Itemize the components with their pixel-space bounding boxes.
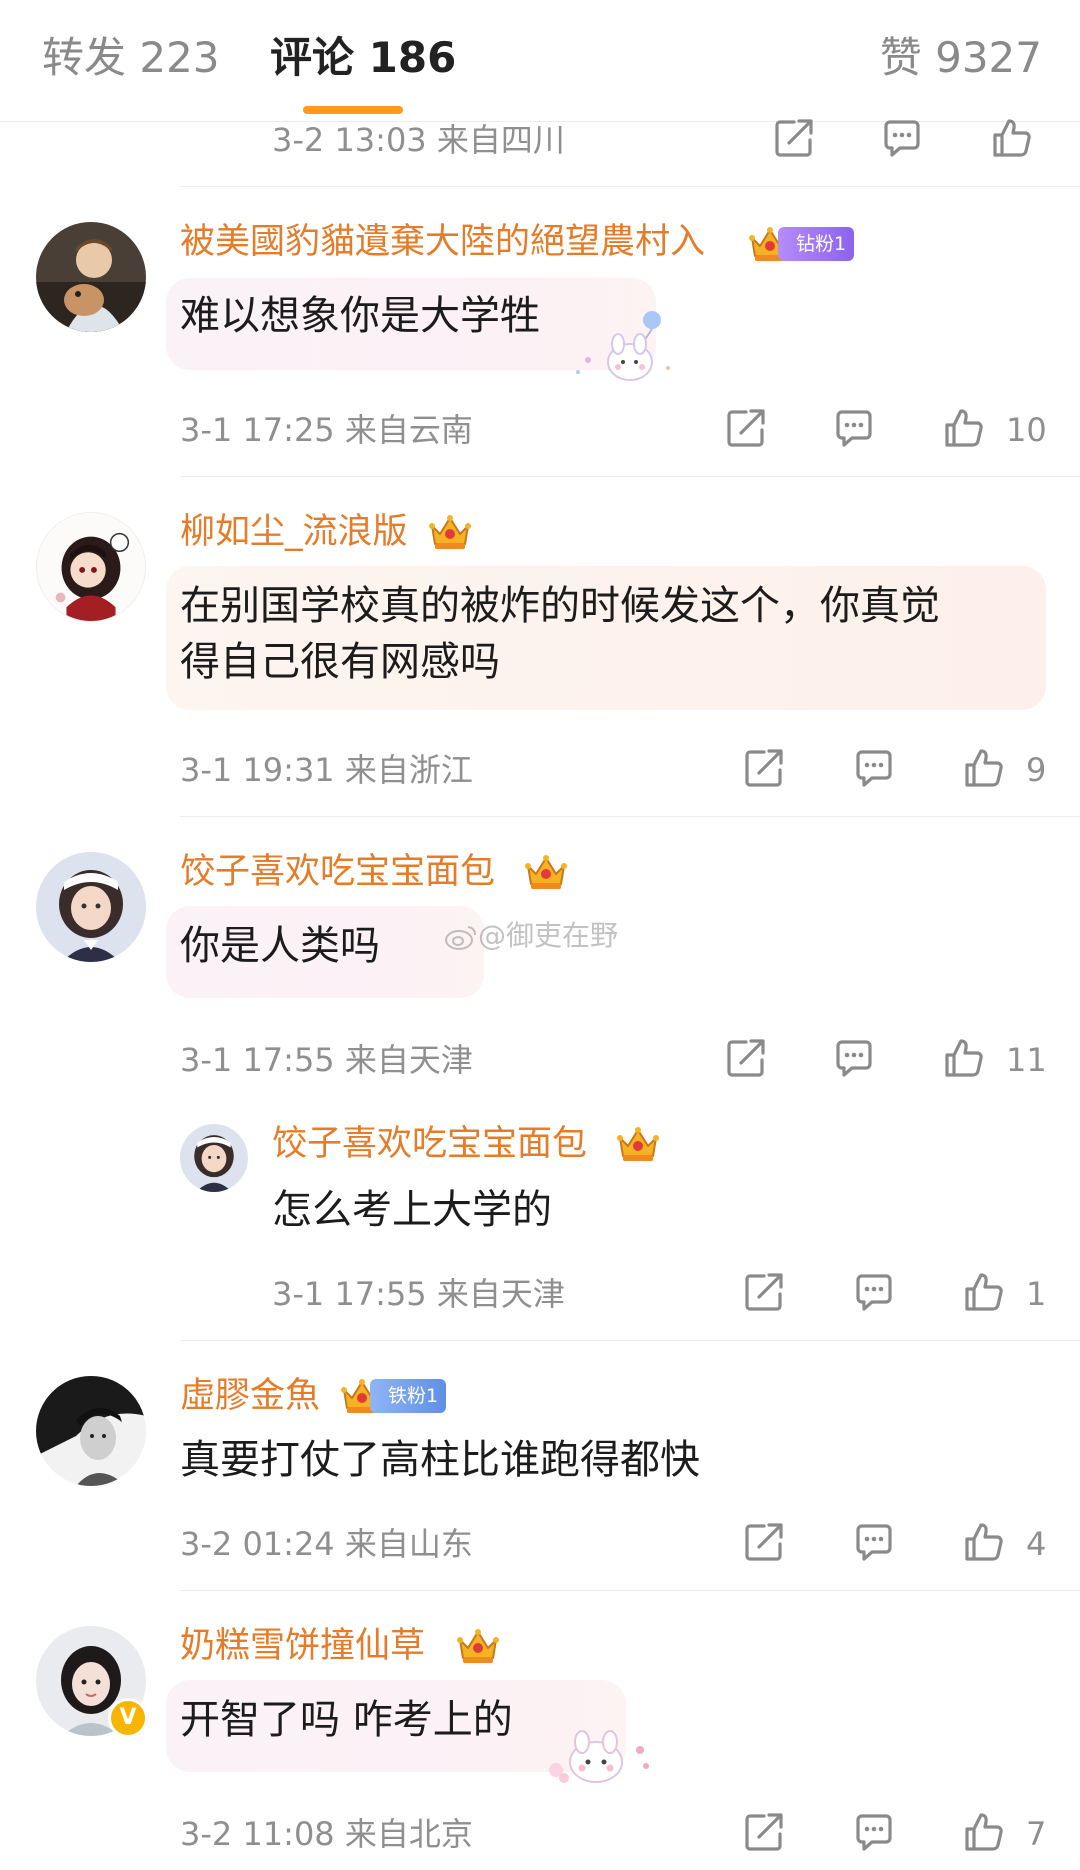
watermark-text: @御吏在野 <box>478 919 619 952</box>
comment-icon[interactable] <box>880 116 924 160</box>
divider <box>180 816 1080 817</box>
like-count: 4 <box>1026 1525 1047 1563</box>
tab-likes[interactable]: 赞 9327 <box>880 30 1042 86</box>
comment-icon[interactable] <box>852 1520 896 1564</box>
share-icon[interactable] <box>742 1810 786 1854</box>
like-count: 11 <box>1006 1041 1047 1079</box>
like-icon[interactable] <box>942 1036 986 1080</box>
share-icon[interactable] <box>772 116 816 160</box>
avatar[interactable] <box>36 512 146 622</box>
share-icon[interactable] <box>742 1520 786 1564</box>
tab-comments[interactable]: 评论 186 <box>270 30 456 86</box>
divider <box>180 1590 1080 1591</box>
fan-badge: 钻粉1 <box>778 227 855 261</box>
divider <box>180 1340 1080 1341</box>
comment-text: 难以想象你是大学牲 <box>180 293 540 339</box>
crown-icon <box>428 512 472 552</box>
tab-bar: 转发 223 评论 186 赞 9327 <box>0 0 1080 122</box>
comment-text-line: 得自己很有网感吗 <box>180 639 500 685</box>
reply-username[interactable]: 饺子喜欢吃宝宝面包 <box>272 1122 587 1166</box>
like-icon[interactable] <box>962 746 1006 790</box>
like-icon[interactable] <box>962 1270 1006 1314</box>
comment-icon[interactable] <box>832 406 876 450</box>
comment-icon[interactable] <box>852 1810 896 1854</box>
avatar[interactable] <box>36 852 146 962</box>
username[interactable]: 被美國豹貓遺棄大陸的絕望農村入 <box>180 220 705 264</box>
like-count: 1 <box>1026 1275 1047 1313</box>
avatar[interactable] <box>36 1376 146 1486</box>
tab-forward[interactable]: 转发 223 <box>42 30 220 86</box>
comment-icon[interactable] <box>852 746 896 790</box>
avatar-image <box>36 1376 146 1486</box>
username[interactable]: 柳如尘_流浪版 <box>180 510 408 554</box>
username[interactable]: 饺子喜欢吃宝宝面包 <box>180 850 495 894</box>
username[interactable]: 虛膠金魚 <box>180 1374 320 1418</box>
watermark: @御吏在野 <box>444 918 618 954</box>
like-icon[interactable] <box>990 116 1034 160</box>
like-icon[interactable] <box>962 1810 1006 1854</box>
crown-icon <box>456 1626 500 1666</box>
like-count: 10 <box>1006 411 1047 449</box>
comment-meta: 3-1 17:25 来自云南 <box>180 411 473 449</box>
reply-text: 怎么考上大学的 <box>272 1187 552 1233</box>
share-icon[interactable] <box>742 1270 786 1314</box>
avatar-image <box>36 222 146 332</box>
divider <box>180 186 1080 187</box>
weibo-logo-icon <box>444 923 478 951</box>
username[interactable]: 奶糕雪饼撞仙草 <box>180 1624 425 1668</box>
active-tab-indicator <box>303 106 403 114</box>
bubble-sticker-bunny <box>568 310 678 386</box>
share-icon[interactable] <box>742 746 786 790</box>
reply-avatar[interactable] <box>180 1124 248 1192</box>
comment-icon[interactable] <box>832 1036 876 1080</box>
comment-meta: 3-2 01:24 来自山东 <box>180 1525 473 1563</box>
avatar-image <box>180 1124 248 1192</box>
like-icon[interactable] <box>962 1520 1006 1564</box>
reply-meta: 3-1 17:55 来自天津 <box>272 1275 565 1313</box>
avatar-image <box>37 513 145 621</box>
like-count: 7 <box>1026 1815 1047 1853</box>
divider <box>180 476 1080 477</box>
bubble-sticker-bunny <box>536 1720 656 1790</box>
fan-badge: 铁粉1 <box>370 1379 447 1413</box>
like-count: 9 <box>1026 751 1047 789</box>
comment-meta: 3-1 19:31 来自浙江 <box>180 751 473 789</box>
comment-text: 开智了吗 咋考上的 <box>180 1697 513 1743</box>
avatar[interactable] <box>36 222 146 332</box>
crown-icon <box>616 1124 660 1164</box>
comment-text: 真要打仗了高柱比谁跑得都快 <box>180 1437 700 1483</box>
comment-icon[interactable] <box>852 1270 896 1314</box>
comment-meta: 3-1 17:55 来自天津 <box>180 1041 473 1079</box>
comment-text-line: 在别国学校真的被炸的时候发这个，你真觉 <box>180 583 940 629</box>
crown-icon <box>524 852 568 892</box>
comment-meta: 3-2 13:03 来自四川 <box>272 121 565 159</box>
share-icon[interactable] <box>724 1036 768 1080</box>
comment-text: 你是人类吗 <box>180 923 380 969</box>
like-icon[interactable] <box>942 406 986 450</box>
avatar-image <box>36 852 146 962</box>
comment-meta: 3-2 11:08 来自北京 <box>180 1815 473 1853</box>
share-icon[interactable] <box>724 406 768 450</box>
verified-icon: V <box>108 1698 148 1738</box>
